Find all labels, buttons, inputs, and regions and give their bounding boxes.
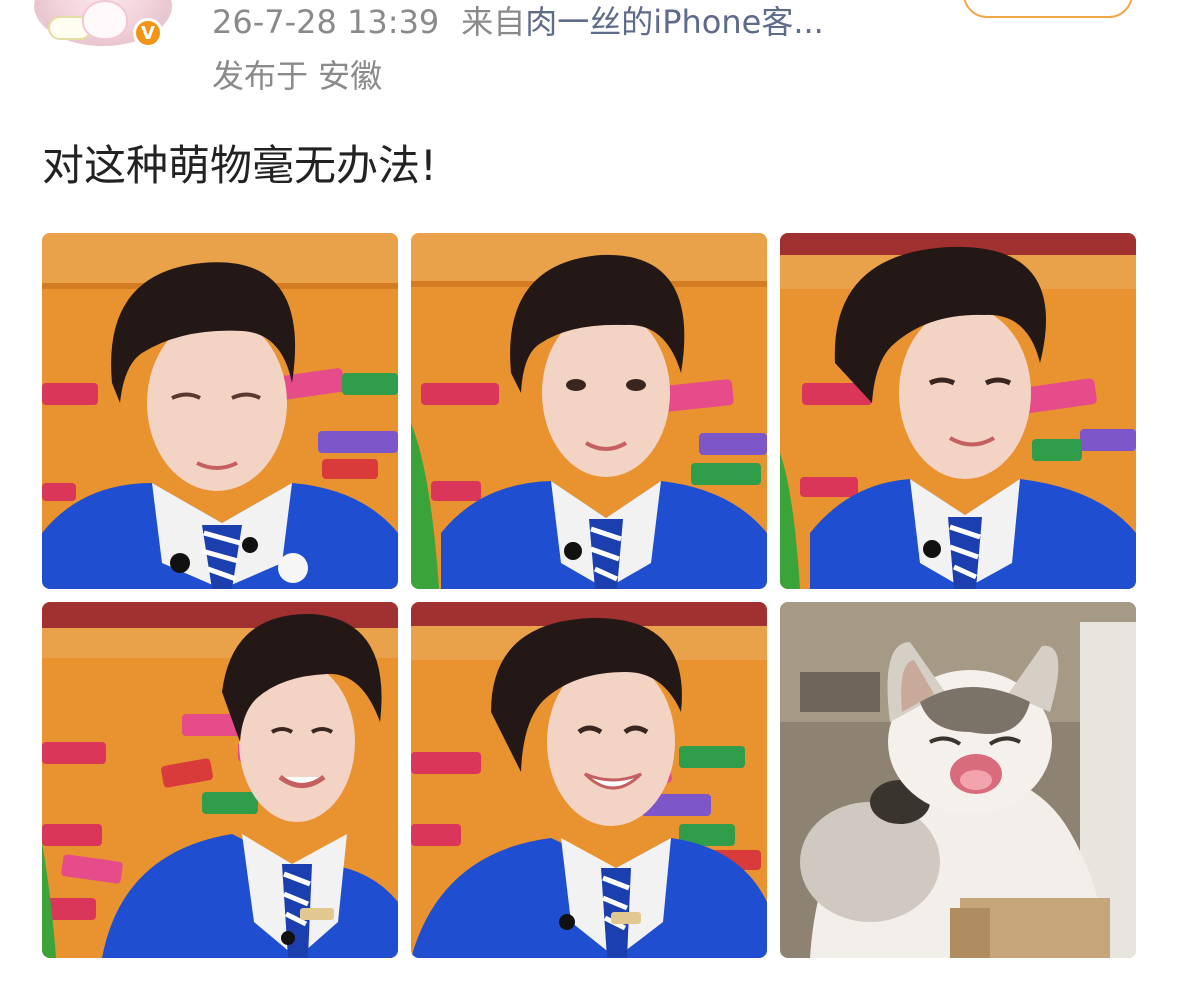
photo-3[interactable] xyxy=(780,233,1136,589)
image-grid xyxy=(42,233,1137,959)
weibo-post: V 26-7-28 13:39 来自肉一丝的iPhone客... 发布于 安徽 对… xyxy=(0,0,1179,991)
post-text: 对这种萌物毫无办法! xyxy=(42,141,437,190)
post-location: 发布于 安徽 xyxy=(212,57,383,95)
source-client-link[interactable]: 肉一丝的iPhone客... xyxy=(525,3,824,41)
photo-5[interactable] xyxy=(411,602,767,958)
photo-2[interactable] xyxy=(411,233,767,589)
verified-badge-icon: V xyxy=(133,18,163,48)
source-prefix: 来自 xyxy=(461,3,526,41)
post-timestamp: 26-7-28 13:39 xyxy=(212,3,440,41)
photo-1[interactable] xyxy=(42,233,398,589)
photo-4[interactable] xyxy=(42,602,398,958)
photo-6[interactable] xyxy=(780,602,1136,958)
avatar-bunny-graphic xyxy=(82,0,128,40)
post-meta: 26-7-28 13:39 来自肉一丝的iPhone客... xyxy=(212,2,824,42)
follow-button[interactable] xyxy=(963,0,1133,18)
